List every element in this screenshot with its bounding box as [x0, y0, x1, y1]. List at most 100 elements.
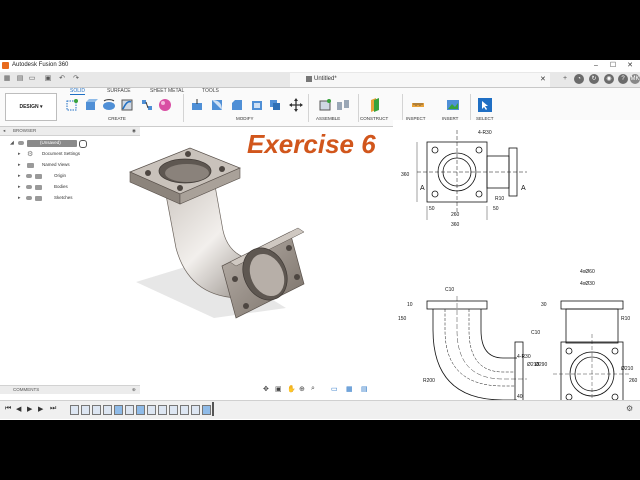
- timeline-feature-icon[interactable]: [136, 405, 145, 415]
- chevron-right-icon[interactable]: ▸: [18, 162, 21, 168]
- visibility-icon[interactable]: [26, 185, 32, 189]
- gear-icon[interactable]: ⚙: [626, 404, 633, 413]
- timeline-feature-icon[interactable]: [70, 405, 79, 415]
- fit-icon[interactable]: ⌕: [311, 385, 315, 393]
- chevron-right-icon[interactable]: ▸: [18, 173, 21, 179]
- visibility-icon[interactable]: [18, 141, 24, 145]
- orbit-icon[interactable]: ✥: [263, 385, 269, 393]
- pan-icon[interactable]: ✋: [287, 385, 296, 393]
- shell-icon[interactable]: [250, 98, 264, 112]
- display-settings-icon[interactable]: ▭: [331, 385, 338, 393]
- timeline-feature-icon[interactable]: [180, 405, 189, 415]
- workspace-switcher[interactable]: DESIGN ▾: [5, 93, 57, 121]
- redo-icon[interactable]: ↷: [72, 75, 80, 83]
- tab-surface[interactable]: SURFACE: [107, 88, 131, 94]
- comments-panel-header[interactable]: COMMENTS ⊕: [0, 385, 140, 394]
- grid-menu-icon[interactable]: ▦: [3, 75, 11, 83]
- sweep-icon[interactable]: [120, 98, 134, 112]
- move-copy-icon[interactable]: [289, 98, 303, 112]
- chevron-right-icon[interactable]: ▸: [18, 151, 21, 157]
- tree-named-views[interactable]: ▸ Named Views: [18, 161, 128, 170]
- pin-icon[interactable]: ◉: [132, 128, 136, 134]
- close-tab-icon[interactable]: ✕: [540, 75, 546, 83]
- play-icon[interactable]: ▶: [27, 405, 32, 413]
- offset-plane-icon[interactable]: [368, 98, 382, 112]
- measure-icon[interactable]: [411, 98, 425, 112]
- notifications-icon[interactable]: ◉: [604, 74, 614, 84]
- timeline-feature-icon[interactable]: [103, 405, 112, 415]
- timeline-feature-icon[interactable]: [169, 405, 178, 415]
- minimize-icon[interactable]: –: [588, 61, 604, 71]
- avatar[interactable]: MK: [630, 74, 640, 84]
- extensions-icon[interactable]: ◔: [574, 74, 584, 84]
- timeline-feature-icon[interactable]: [92, 405, 101, 415]
- close-icon[interactable]: ✕: [622, 61, 638, 71]
- timeline-feature-icon[interactable]: [114, 405, 123, 415]
- tree-root[interactable]: ◢ (Unsaved): [10, 139, 100, 148]
- step-back-icon[interactable]: ◀: [16, 405, 21, 413]
- group-create[interactable]: CREATE: [108, 116, 126, 121]
- pipe-elbow-model[interactable]: [118, 140, 318, 320]
- insert-image-icon[interactable]: [446, 98, 460, 112]
- timeline-feature-icon[interactable]: [125, 405, 134, 415]
- maximize-icon[interactable]: ☐: [605, 61, 621, 71]
- zoom-icon[interactable]: ⊕: [299, 385, 305, 393]
- group-assemble[interactable]: ASSEMBLE: [316, 116, 340, 121]
- step-forward-icon[interactable]: ▶: [38, 405, 43, 413]
- press-pull-icon[interactable]: [190, 98, 204, 112]
- tab-tools[interactable]: TOOLS: [202, 88, 219, 94]
- visibility-icon[interactable]: [26, 174, 32, 178]
- timeline-feature-icon[interactable]: [202, 405, 211, 415]
- tree-document-settings[interactable]: ▸ ⚙ Document Settings: [18, 150, 128, 159]
- undo-icon[interactable]: ↶: [58, 75, 66, 83]
- collapse-icon[interactable]: ◂: [3, 128, 5, 134]
- chamfer-icon[interactable]: [230, 98, 244, 112]
- timeline-feature-icon[interactable]: [158, 405, 167, 415]
- tree-origin[interactable]: ▸ Origin: [18, 172, 128, 181]
- new-sketch-icon[interactable]: [65, 98, 79, 112]
- select-icon[interactable]: [478, 98, 492, 112]
- active-radio-icon[interactable]: [79, 140, 87, 148]
- navigation-bar: ✥ ▣ ✋ ⊕ ⌕ ▭ ▦ ▤: [258, 385, 378, 395]
- browser-panel-header[interactable]: ◂ BROWSER ◉: [0, 127, 140, 136]
- new-component-icon[interactable]: [318, 98, 332, 112]
- grid-settings-icon[interactable]: ▦: [346, 385, 353, 393]
- file-icon[interactable]: ▭: [28, 75, 36, 83]
- tree-bodies[interactable]: ▸ Bodies: [18, 183, 128, 192]
- new-tab-icon[interactable]: +: [561, 75, 569, 83]
- dim-label: 30: [541, 302, 547, 308]
- ribbon-separator: [402, 94, 403, 122]
- extrude-icon[interactable]: [84, 98, 98, 112]
- tree-label: (Unsaved): [40, 140, 61, 145]
- tab-sheet-metal[interactable]: SHEET METAL: [150, 88, 184, 94]
- look-at-icon[interactable]: ▣: [275, 385, 282, 393]
- viewports-icon[interactable]: ▤: [361, 385, 368, 393]
- pin-icon[interactable]: ⊕: [132, 387, 136, 393]
- data-panel-icon[interactable]: ▤: [16, 75, 24, 83]
- loft-icon[interactable]: [140, 98, 154, 112]
- document-tab[interactable]: Untitled* ✕: [290, 73, 550, 87]
- timeline-feature-icon[interactable]: [191, 405, 200, 415]
- visibility-icon[interactable]: [26, 196, 32, 200]
- tree-sketches[interactable]: ▸ Sketches: [18, 194, 128, 203]
- timeline-feature-icon[interactable]: [147, 405, 156, 415]
- chevron-down-icon[interactable]: ◢: [10, 140, 14, 146]
- combine-icon[interactable]: [268, 98, 282, 112]
- go-to-end-icon[interactable]: ⏭: [50, 405, 56, 413]
- group-modify[interactable]: MODIFY: [236, 116, 254, 121]
- group-construct[interactable]: CONSTRUCT: [360, 116, 388, 121]
- save-icon[interactable]: ▣: [44, 75, 52, 83]
- timeline-marker[interactable]: [212, 402, 214, 416]
- help-icon[interactable]: ?: [618, 74, 628, 84]
- go-to-start-icon[interactable]: ⏮: [5, 405, 11, 413]
- ribbon-separator: [470, 94, 471, 122]
- create-form-icon[interactable]: [158, 98, 172, 112]
- tab-solid[interactable]: SOLID: [70, 88, 86, 95]
- chevron-right-icon[interactable]: ▸: [18, 184, 21, 190]
- fillet-icon[interactable]: [210, 98, 224, 112]
- joint-icon[interactable]: [336, 98, 350, 112]
- chevron-right-icon[interactable]: ▸: [18, 195, 21, 201]
- timeline-feature-icon[interactable]: [81, 405, 90, 415]
- revolve-icon[interactable]: [102, 98, 116, 112]
- job-status-icon[interactable]: ↻: [589, 74, 599, 84]
